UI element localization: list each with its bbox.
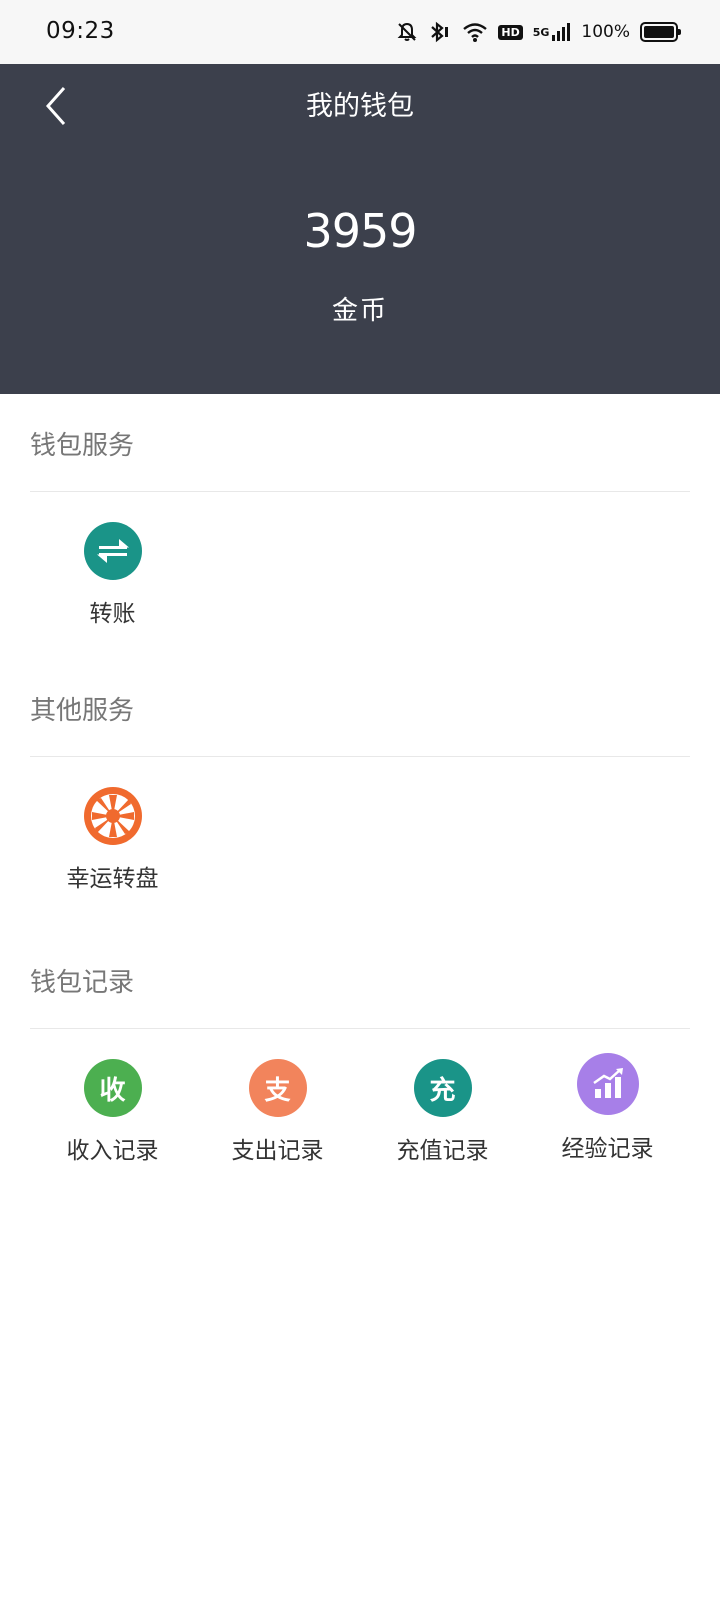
expense-records-label: 支出记录	[231, 1138, 324, 1164]
income-records-label: 收入记录	[66, 1138, 159, 1164]
coin-balance: 3959	[303, 204, 417, 258]
transfer-label: 转账	[89, 601, 136, 627]
battery-icon	[640, 22, 681, 42]
expense-records-button[interactable]: 支 支出记录	[195, 1029, 360, 1165]
recharge-records-button[interactable]: 充 充值记录	[360, 1029, 525, 1165]
bar-chart-icon	[576, 1053, 639, 1115]
other-services-section: 其他服务 幸运转盘	[30, 665, 690, 893]
battery-percent: 100%	[581, 22, 630, 42]
experience-records-label: 经验记录	[561, 1136, 654, 1162]
cellular-signal-icon: 5G	[533, 22, 572, 42]
wallet-records-section: 钱包记录 收 收入记录 支 支出记录 充 充值记录 经验记录	[30, 937, 690, 1165]
transfer-button[interactable]: 转账	[30, 492, 195, 628]
status-bar: 09:23 HD 5G 100%	[0, 0, 720, 64]
section-title: 钱包服务	[30, 400, 690, 492]
bell-off-icon	[396, 21, 418, 43]
income-records-button[interactable]: 收 收入记录	[30, 1029, 195, 1165]
status-time: 09:23	[46, 18, 115, 44]
lucky-wheel-button[interactable]: 幸运转盘	[30, 757, 195, 893]
wallet-services-grid: 转账	[30, 492, 690, 628]
experience-records-button[interactable]: 经验记录	[525, 1029, 690, 1165]
battery-fill	[644, 26, 674, 38]
status-icons: HD 5G 100%	[396, 18, 681, 46]
lucky-wheel-icon	[83, 787, 142, 845]
network-type-label: 5G	[532, 25, 550, 39]
wallet-records-grid: 收 收入记录 支 支出记录 充 充值记录 经验记录	[30, 1029, 690, 1165]
wallet-services-section: 钱包服务 转账	[30, 400, 690, 628]
section-title: 钱包记录	[30, 937, 690, 1029]
transfer-arrows-icon	[83, 522, 142, 580]
coin-balance-unit: 金币	[331, 296, 388, 326]
page-title: 我的钱包	[306, 91, 414, 122]
recharge-icon: 充	[413, 1059, 472, 1117]
income-icon: 收	[83, 1059, 142, 1117]
bluetooth-icon	[428, 21, 452, 43]
wifi-icon	[462, 21, 488, 43]
wallet-header: 我的钱包 3959 金币	[0, 64, 720, 394]
section-title: 其他服务	[30, 665, 690, 757]
hd-icon: HD	[498, 24, 523, 40]
expense-icon: 支	[248, 1059, 307, 1117]
lucky-wheel-label: 幸运转盘	[66, 866, 159, 892]
other-services-grid: 幸运转盘	[30, 757, 690, 893]
recharge-records-label: 充值记录	[396, 1138, 489, 1164]
